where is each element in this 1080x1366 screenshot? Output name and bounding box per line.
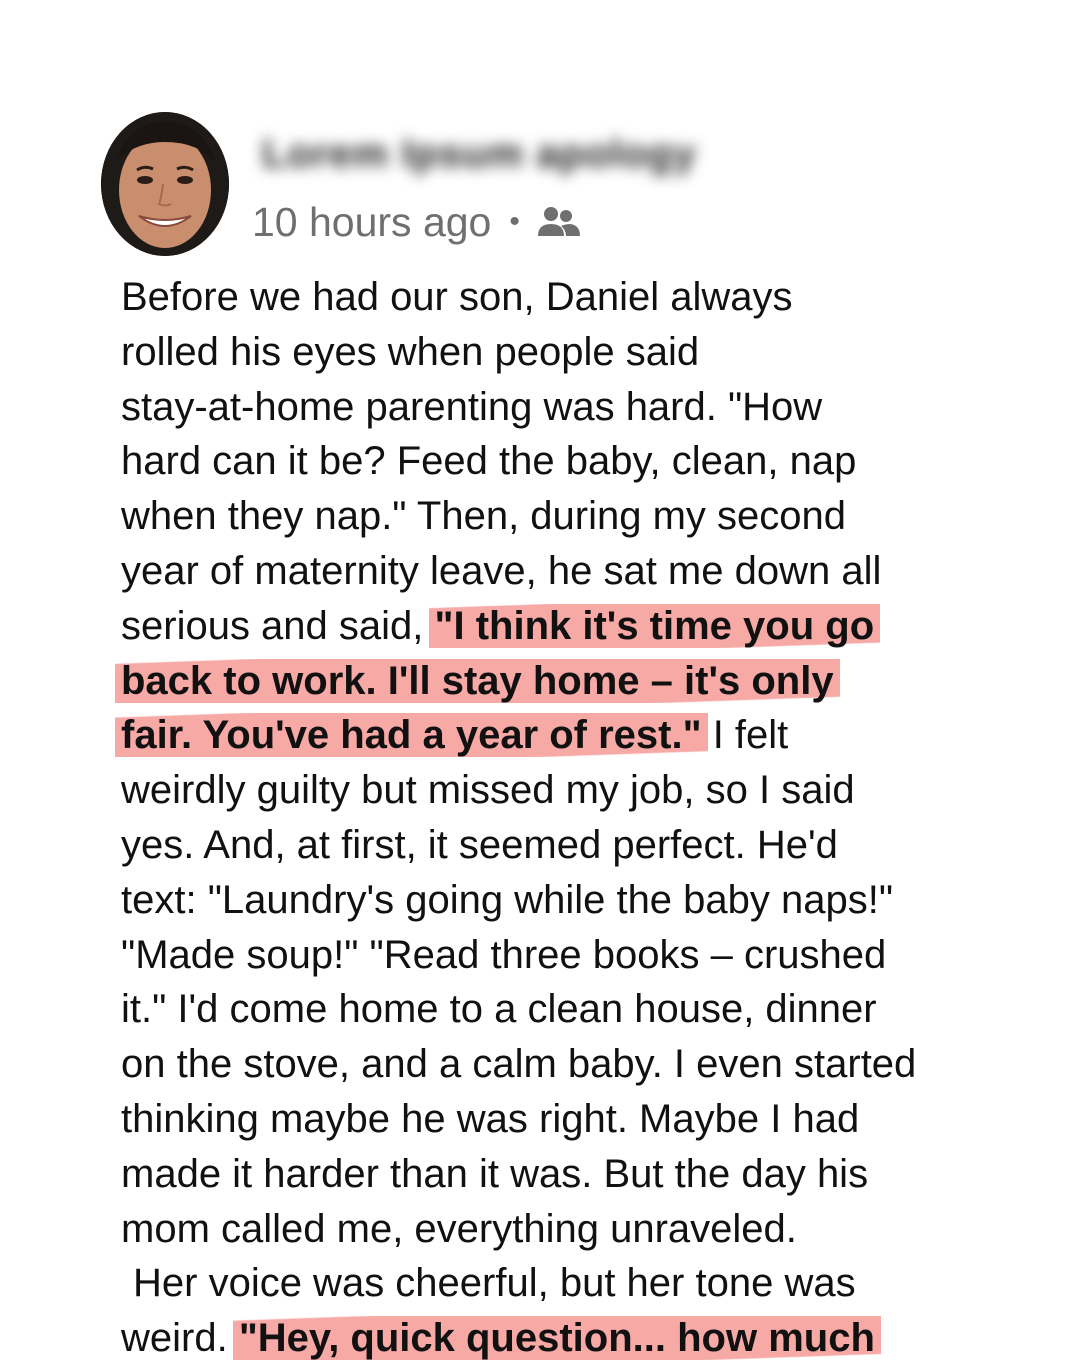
- story-line: year of maternity leave, he sat me down …: [121, 548, 882, 593]
- story-line: stay-at-home parenting was hard. "How: [121, 384, 823, 429]
- story-text: I felt: [701, 713, 789, 758]
- story-line: serious and said, "I think it's time you…: [121, 599, 1021, 654]
- story-line: Her voice was cheerful, but her tone was: [133, 1261, 856, 1306]
- story-line: when they nap." Then, during my second: [121, 494, 847, 539]
- story-line: back to work. I'll stay home – it's only: [115, 654, 1021, 709]
- highlighted-quote: back to work. I'll stay home – it's only: [115, 658, 840, 703]
- story-line: mom called me, everything unraveled.: [121, 1206, 797, 1251]
- story-line: "Made soup!" "Read three books – crushed: [121, 932, 887, 977]
- story-line: hard can it be? Feed the baby, clean, na…: [121, 439, 857, 484]
- post-body: Before we had our son, Daniel always rol…: [115, 270, 1021, 1366]
- story-line: weirdly guilty but missed my job, so I s…: [121, 768, 855, 813]
- highlighted-quote: "Hey, quick question... how much: [232, 1316, 881, 1361]
- story-line: made it harder than it was. But the day …: [121, 1151, 869, 1196]
- highlighted-quote: fair. You've had a year of rest.": [115, 713, 708, 758]
- story-line: Before we had our son, Daniel always: [121, 275, 793, 319]
- avatar-photo: [101, 112, 229, 256]
- story-line: fair. You've had a year of rest." I felt: [115, 708, 1021, 763]
- post-card: Lorem Ipsum apology 10 hours ago • Befor…: [0, 0, 1080, 1361]
- story-line: rolled his eyes when people said: [121, 329, 700, 374]
- story-line: it." I'd come home to a clean house, din…: [121, 987, 877, 1032]
- story-line: on the stove, and a calm baby. I even st…: [121, 1042, 917, 1087]
- story-line: text: "Laundry's going while the baby na…: [121, 877, 894, 922]
- story-line: thinking maybe he was right. Maybe I had: [121, 1096, 860, 1141]
- post-timestamp[interactable]: 10 hours ago: [252, 199, 491, 246]
- story-text: weird.: [121, 1316, 239, 1361]
- story-line: yes. And, at first, it seemed perfect. H…: [121, 822, 838, 867]
- story-text: serious and said,: [121, 603, 435, 648]
- friends-icon[interactable]: [534, 202, 582, 242]
- author-name[interactable]: Lorem Ipsum apology: [262, 132, 697, 177]
- meta-separator: •: [509, 205, 520, 238]
- post-meta: 10 hours ago •: [252, 196, 582, 248]
- avatar[interactable]: [101, 112, 229, 256]
- highlighted-quote: "I think it's time you go: [428, 603, 881, 648]
- story-line: weird. "Hey, quick question... how much: [121, 1311, 1021, 1366]
